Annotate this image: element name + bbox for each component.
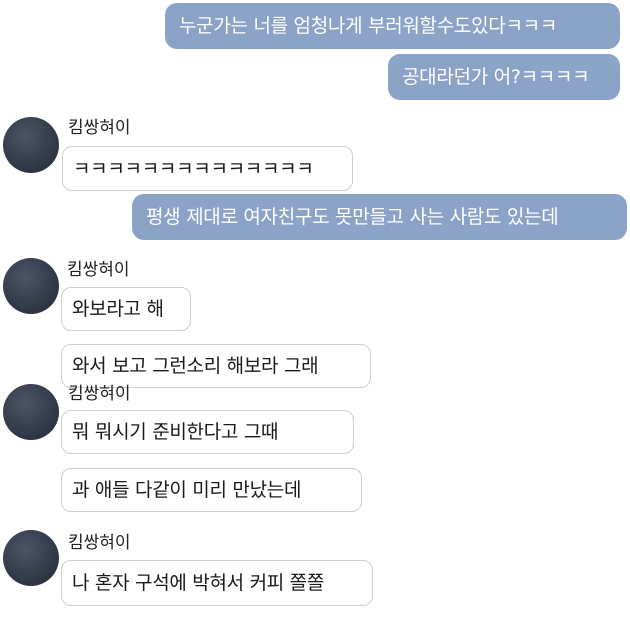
incoming-message[interactable]: ㅋㅋㅋㅋㅋㅋㅋㅋㅋㅋㅋㅋㅋㅋ xyxy=(62,146,353,191)
contact-name: 킴쌍혀이 xyxy=(68,384,131,404)
contact-avatar[interactable] xyxy=(3,530,59,586)
incoming-message[interactable]: 과 애들 다같이 미리 만났는데 xyxy=(61,468,362,512)
contact-avatar[interactable] xyxy=(3,258,59,314)
contact-avatar[interactable] xyxy=(3,384,59,440)
contact-avatar[interactable] xyxy=(3,117,59,173)
outgoing-message[interactable]: 공대라던가 어?ㅋㅋㅋㅋ xyxy=(388,54,620,100)
incoming-message[interactable]: 와보라고 해 xyxy=(61,287,191,331)
outgoing-message[interactable]: 누군가는 너를 엄청나게 부러워할수도있다ㅋㅋㅋ xyxy=(165,3,620,49)
incoming-message[interactable]: 나 혼자 구석에 박혀서 커피 쫄쫄 xyxy=(61,560,373,606)
contact-name: 킴쌍혀이 xyxy=(67,260,130,280)
contact-name: 킴쌍혀이 xyxy=(68,533,131,553)
contact-name: 킴쌍혀이 xyxy=(68,118,131,138)
incoming-message[interactable]: 와서 보고 그런소리 해보라 그래 xyxy=(61,344,371,388)
incoming-message[interactable]: 뭐 뭐시기 준비한다고 그때 xyxy=(61,410,354,454)
outgoing-message[interactable]: 평생 제대로 여자친구도 못만들고 사는 사람도 있는데 xyxy=(132,194,627,240)
